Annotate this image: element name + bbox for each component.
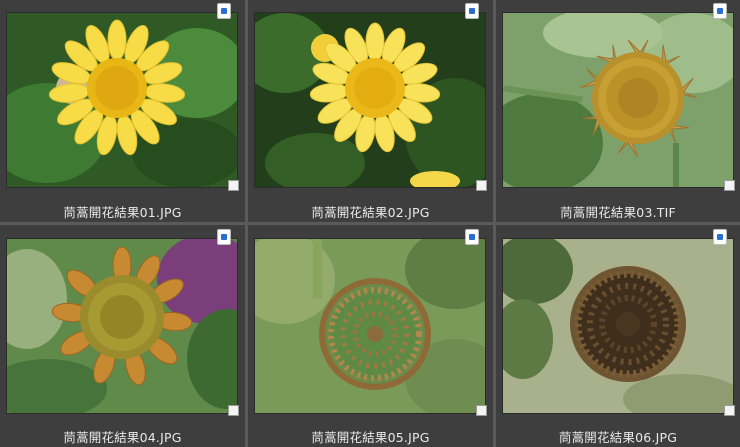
select-checkbox[interactable] bbox=[228, 180, 239, 191]
select-checkbox[interactable] bbox=[476, 405, 487, 416]
thumbnail-image[interactable] bbox=[503, 239, 733, 413]
thumbnail-image[interactable] bbox=[7, 13, 237, 187]
thumbnail-filename: 茼蒿開花結果01.JPG bbox=[63, 205, 182, 220]
thumbnail-image[interactable] bbox=[255, 13, 485, 187]
thumbnail-tile[interactable]: 茼蒿開花結果06.JPG bbox=[496, 225, 740, 447]
image-file-icon bbox=[218, 230, 230, 244]
thumbnail-filename: 茼蒿開花結果05.JPG bbox=[311, 430, 430, 445]
image-file-icon bbox=[218, 4, 230, 18]
thumbnail-tile[interactable]: 茼蒿開花結果05.JPG bbox=[248, 225, 493, 447]
image-file-icon bbox=[466, 4, 478, 18]
thumbnail-image[interactable] bbox=[255, 239, 485, 413]
thumbnail-image[interactable] bbox=[503, 13, 733, 187]
thumbnail-tile[interactable]: 茼蒿開花結果03.TIF bbox=[496, 0, 740, 222]
thumbnail-tile[interactable]: 茼蒿開花結果01.JPG bbox=[0, 0, 245, 222]
select-checkbox[interactable] bbox=[724, 405, 735, 416]
thumbnail-tile[interactable]: 茼蒿開花結果04.JPG bbox=[0, 225, 245, 447]
thumbnail-filename: 茼蒿開花結果04.JPG bbox=[63, 430, 182, 445]
select-checkbox[interactable] bbox=[476, 180, 487, 191]
select-checkbox[interactable] bbox=[228, 405, 239, 416]
thumbnail-filename: 茼蒿開花結果06.JPG bbox=[558, 430, 678, 445]
thumbnail-image[interactable] bbox=[7, 239, 237, 413]
image-file-icon bbox=[714, 230, 726, 244]
image-file-icon bbox=[466, 230, 478, 244]
select-checkbox[interactable] bbox=[724, 180, 735, 191]
image-file-icon bbox=[714, 4, 726, 18]
thumbnail-tile[interactable]: 茼蒿開花結果02.JPG bbox=[248, 0, 493, 222]
thumbnail-filename: 茼蒿開花結果02.JPG bbox=[311, 205, 430, 220]
thumbnail-grid: 茼蒿開花結果01.JPG 茼蒿開花結果02.JPG 茼蒿開花結果03.TIF 茼… bbox=[0, 0, 740, 447]
thumbnail-filename: 茼蒿開花結果03.TIF bbox=[560, 205, 676, 220]
